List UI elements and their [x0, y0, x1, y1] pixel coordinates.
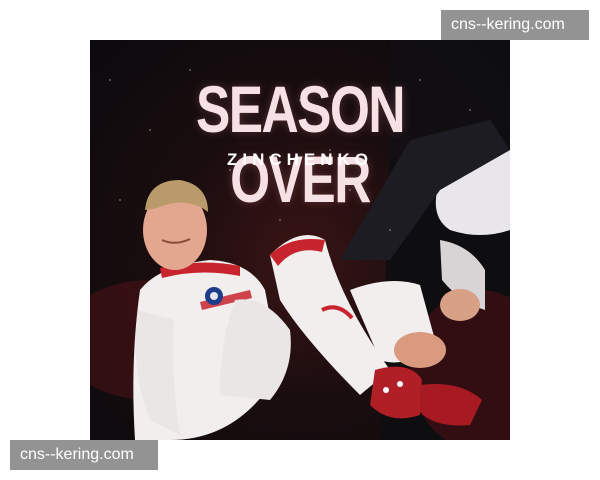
page: SEASON OVER ZINCHENKO cns--kering.com cn… — [0, 0, 600, 480]
poster-image: SEASON OVER ZINCHENKO — [90, 40, 510, 440]
watermark-bottom: cns--kering.com — [10, 440, 158, 470]
player-name-text: ZINCHENKO — [226, 150, 374, 169]
headline-text: SEASON OVER — [195, 72, 406, 216]
watermark-top: cns--kering.com — [441, 10, 589, 40]
